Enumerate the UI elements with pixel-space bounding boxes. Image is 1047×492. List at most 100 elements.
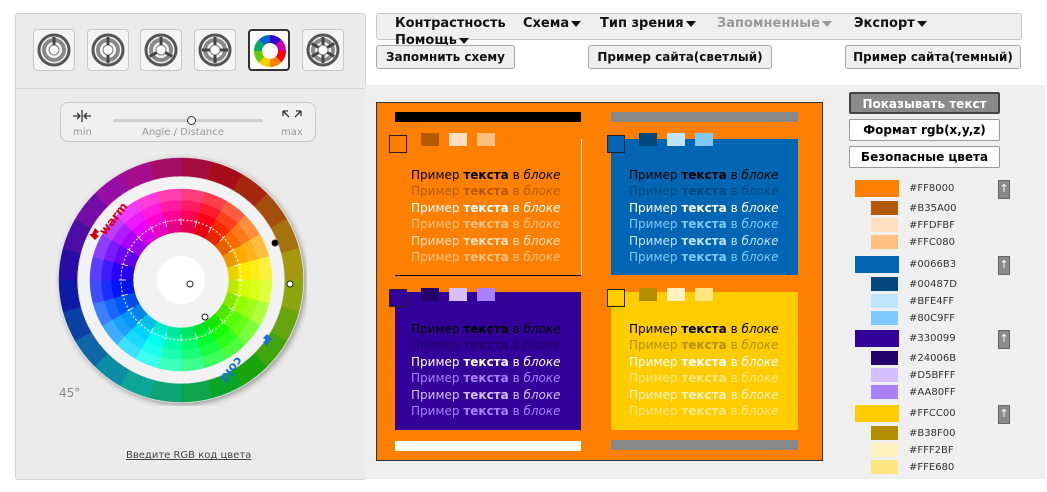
scheme-wheel-icon <box>144 33 178 67</box>
color-wheel[interactable]: warmcold <box>55 154 307 406</box>
menu-item[interactable]: Тип зрения <box>600 16 696 31</box>
angle-distance-slider[interactable]: min Angle / Distance max <box>60 102 316 142</box>
sample-text-line: Пример текста в блоке <box>411 387 561 404</box>
triad-scheme-button[interactable] <box>140 29 182 71</box>
sample-word: Пример <box>411 184 460 199</box>
sample-word: блоке <box>741 404 779 418</box>
sample-word: в <box>730 233 738 248</box>
base-color-swatch[interactable] <box>855 180 899 197</box>
sample-word: текста <box>681 322 727 336</box>
selected-color-swatch[interactable] <box>389 135 407 153</box>
shade-color-swatch[interactable] <box>871 294 898 308</box>
sample-word: в <box>512 217 520 232</box>
scheme-wheel-icon <box>254 35 286 67</box>
shade-color-swatch[interactable] <box>871 235 898 249</box>
shade-color-swatch[interactable] <box>871 201 898 215</box>
sample-word: в <box>730 322 738 336</box>
sample-word: блоке <box>741 233 779 248</box>
shade-swatch[interactable] <box>449 288 467 301</box>
hex-code: #FFE680 <box>909 462 955 473</box>
base-color-swatch[interactable] <box>855 256 899 273</box>
save-scheme-button[interactable]: Запомнить схему <box>376 45 515 69</box>
sample-word: в <box>512 387 520 402</box>
bar <box>395 112 581 122</box>
shade-swatch[interactable] <box>449 133 467 146</box>
slider-handle[interactable] <box>187 116 196 125</box>
shade-swatch[interactable] <box>477 288 495 301</box>
sample-word: Пример <box>629 404 678 418</box>
sample-text-line: Пример текста в блоке <box>411 370 561 387</box>
safe-colors-button[interactable]: Безопасные цвета <box>849 146 1000 168</box>
menu-item[interactable]: Схема <box>523 16 582 31</box>
wheel-marker[interactable] <box>201 313 209 321</box>
shade-color-swatch[interactable] <box>871 368 898 382</box>
sample-word: текста <box>681 404 727 418</box>
sample-text-line: Пример текста в блоке <box>629 370 779 387</box>
shade-color-swatch[interactable] <box>871 443 898 457</box>
shade-color-swatch[interactable] <box>871 351 898 365</box>
sample-text-line: Пример текста в блоке <box>411 337 561 354</box>
sample-word: Пример <box>411 404 460 418</box>
selected-color-swatch[interactable] <box>389 289 407 307</box>
menu-item[interactable]: Контрастность <box>395 16 506 31</box>
wheel-marker[interactable] <box>271 239 279 247</box>
sample-word: блоке <box>741 387 779 402</box>
hex-code: #FFCC00 <box>909 408 956 419</box>
light-site-button[interactable]: Пример сайта(светлый) <box>588 45 772 69</box>
show-text-button[interactable]: Показывать текст <box>849 92 1000 114</box>
menu-item-label: Контрастность <box>395 16 506 31</box>
lock-icon[interactable]: ↑ <box>998 330 1010 349</box>
sample-word: Пример <box>411 168 460 182</box>
shade-color-swatch[interactable] <box>871 277 898 291</box>
sample-word: текста <box>463 184 509 199</box>
sample-text-line: Пример текста в блоке <box>629 337 779 354</box>
wheel-marker[interactable] <box>286 280 294 288</box>
bar <box>611 112 798 122</box>
lock-icon[interactable]: ↑ <box>998 256 1010 275</box>
sample-word: в <box>512 338 520 353</box>
mono-scheme-button[interactable] <box>33 29 75 71</box>
sample-word: в <box>512 168 520 182</box>
sample-word: текста <box>463 404 509 418</box>
wheel-marker[interactable] <box>186 280 194 288</box>
shade-swatch[interactable] <box>421 288 439 301</box>
lock-icon[interactable]: ↑ <box>998 180 1010 199</box>
menu-item[interactable]: Запомненные <box>717 16 832 31</box>
shade-color-swatch[interactable] <box>871 311 898 325</box>
lock-icon[interactable]: ↑ <box>998 405 1010 424</box>
shade-swatch[interactable] <box>695 133 713 146</box>
rgb-input-link[interactable]: Введите RGB код цвета <box>126 450 251 461</box>
menu-item[interactable]: Экспорт <box>854 16 927 31</box>
shade-swatch[interactable] <box>477 133 495 146</box>
base-color-swatch[interactable] <box>855 330 899 347</box>
selected-color-swatch[interactable] <box>607 289 625 307</box>
sample-text-line: Пример текста в блоке <box>629 233 779 250</box>
chevron-down-icon <box>821 20 832 27</box>
analogic-scheme-button[interactable] <box>248 29 290 71</box>
sample-word: в <box>512 354 520 369</box>
sample-word: в <box>512 200 520 215</box>
base-color-swatch[interactable] <box>855 405 899 422</box>
tetrad-scheme-button[interactable] <box>194 29 236 71</box>
selected-color-swatch[interactable] <box>607 135 625 153</box>
shade-swatch[interactable] <box>667 288 685 301</box>
sample-word: блоке <box>523 371 561 386</box>
shade-color-swatch[interactable] <box>871 426 898 440</box>
shade-swatch[interactable] <box>421 133 439 146</box>
hex-code: #0066B3 <box>909 259 957 270</box>
sample-word: Пример <box>629 217 678 232</box>
shade-color-swatch[interactable] <box>871 460 898 474</box>
rgb-format-button[interactable]: Формат rgb(x,y,z) <box>849 119 1000 141</box>
accented-analogic-scheme-button[interactable] <box>302 29 344 71</box>
shade-swatch[interactable] <box>695 288 713 301</box>
slider-caption: Angle / Distance <box>142 127 224 138</box>
shade-swatch[interactable] <box>639 133 657 146</box>
contrast-scheme-button[interactable] <box>87 29 129 71</box>
shade-swatch[interactable] <box>639 288 657 301</box>
shade-color-swatch[interactable] <box>871 385 898 399</box>
min-arrows-icon <box>73 110 91 122</box>
sample-word: текста <box>463 250 509 264</box>
shade-color-swatch[interactable] <box>871 218 898 232</box>
shade-swatch[interactable] <box>667 133 685 146</box>
dark-site-button[interactable]: Пример сайта(темный) <box>845 45 1021 69</box>
